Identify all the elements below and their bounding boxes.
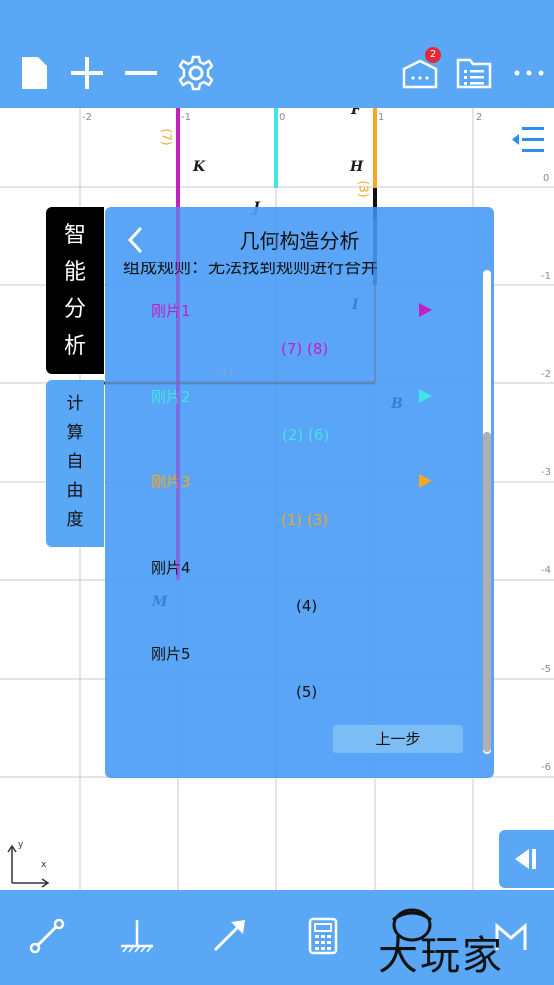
menu-collapse-icon	[512, 127, 544, 152]
folder-list-icon	[456, 58, 492, 89]
x-axis-label: x	[41, 860, 47, 870]
add-button[interactable]	[67, 50, 107, 96]
x-tick: 0	[279, 112, 286, 123]
panel-title: 几何构造分析	[239, 229, 360, 253]
tab-char: 析	[63, 334, 86, 359]
more-button[interactable]	[509, 50, 549, 96]
play-piece-1-button[interactable]	[419, 303, 432, 317]
member-label-3: (3)	[356, 180, 371, 198]
piece-members-4: (4)	[296, 597, 318, 615]
remove-button[interactable]	[121, 50, 161, 96]
point-label-m: M	[152, 594, 168, 610]
app-root: -2 -1 0 1 2 0 -1 -2 -3 -4 -5 -6 -7 y x F…	[0, 0, 554, 985]
point-label-h: H	[350, 159, 364, 175]
y-tick: -6	[541, 762, 551, 773]
piece-members-5: (5)	[296, 683, 318, 701]
tab-char: 分	[63, 297, 86, 322]
tab-char: 计	[66, 394, 84, 414]
prev-step-button[interactable]: 上一步	[333, 725, 463, 753]
arrow-icon	[213, 920, 245, 952]
tab-char: 算	[66, 423, 84, 443]
geometry-analysis-panel: 几何构造分析 组成规则：无法找到规则进行合并 刚片1 (7) (8) 刚片2 (…	[105, 207, 494, 778]
gear-icon	[178, 55, 214, 91]
force-arrow-button[interactable]	[203, 910, 255, 962]
piece-name-4: 刚片4	[151, 559, 191, 577]
draw-line-button[interactable]	[21, 910, 73, 962]
point-label-b: B	[391, 396, 403, 412]
y-tick: -5	[541, 664, 551, 675]
scrollbar-thumb[interactable]	[483, 432, 491, 752]
piece-members-1: (7) (8)	[281, 340, 329, 358]
top-toolbar: 2	[0, 0, 554, 108]
more-icon	[514, 70, 544, 76]
point-label-k: K	[193, 159, 206, 175]
x-tick: 2	[476, 112, 483, 123]
new-file-button[interactable]	[14, 50, 54, 96]
y-tick: -2	[541, 369, 551, 380]
point-label-i: I	[352, 297, 359, 313]
tab-char: 自	[66, 452, 84, 472]
point-label-f: F	[351, 108, 361, 118]
watermark: 大玩家	[376, 905, 546, 979]
piece-name-5: 刚片5	[151, 645, 191, 663]
play-piece-3-button[interactable]	[419, 474, 432, 488]
y-axis-label: y	[18, 840, 24, 850]
step-back-icon	[515, 849, 536, 869]
collapse-menu-button[interactable]	[510, 122, 546, 158]
plus-icon	[71, 57, 103, 89]
line-segment-icon	[29, 918, 65, 954]
play-piece-2-button[interactable]	[419, 389, 432, 403]
tab-smart-analysis[interactable]: 智 能 分 析	[46, 207, 104, 374]
piece-name-3: 刚片3	[151, 473, 191, 491]
y-tick: -1	[541, 271, 551, 282]
calculator-icon	[308, 917, 338, 955]
tab-char: 能	[63, 260, 86, 285]
x-tick: -2	[82, 112, 92, 123]
tab-dof-calc[interactable]: 计 算 自 由 度	[46, 380, 104, 547]
piece-name-2: 刚片2	[151, 388, 191, 406]
piece-members-3: (1) (3)	[281, 511, 329, 529]
notification-badge: 2	[425, 47, 441, 63]
fixed-support-button[interactable]	[111, 910, 163, 962]
tab-char: 度	[66, 510, 84, 530]
step-back-button[interactable]	[499, 830, 554, 888]
list-button[interactable]	[454, 50, 494, 96]
x-tick: 1	[378, 112, 385, 123]
member-label-7: (7)	[159, 128, 174, 146]
calculator-button[interactable]	[297, 910, 349, 962]
tab-char: 由	[66, 481, 84, 501]
rule-text: 组成规则：无法找到规则进行合并	[123, 262, 378, 278]
y-tick: -3	[541, 467, 551, 478]
watermark-text: 大玩家	[378, 933, 504, 979]
file-icon	[22, 57, 47, 89]
y-tick: -4	[541, 565, 551, 576]
fixed-support-icon	[121, 920, 153, 953]
member-label-1: (1)	[216, 363, 233, 377]
minus-icon	[125, 71, 157, 75]
x-tick: -1	[181, 112, 191, 123]
settings-button[interactable]	[176, 50, 216, 96]
tab-char: 智	[63, 223, 86, 248]
piece-members-2: (2) (6)	[282, 426, 330, 444]
piece-name-1: 刚片1	[151, 302, 191, 320]
y-tick: 0	[543, 173, 550, 184]
